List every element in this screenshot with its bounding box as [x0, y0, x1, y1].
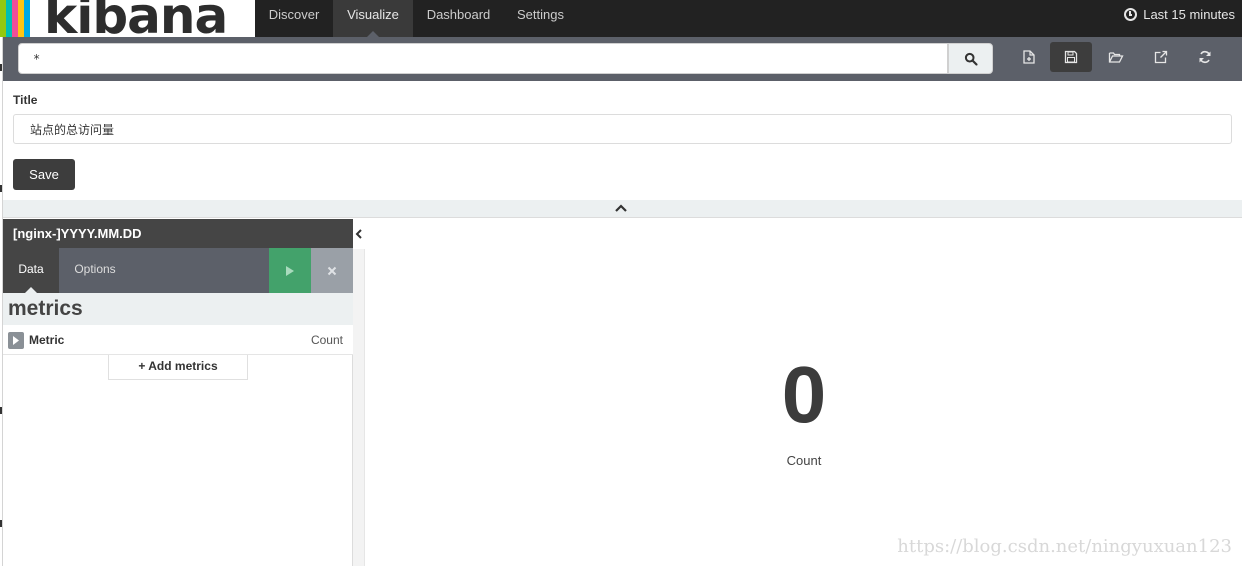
clock-icon	[1124, 8, 1138, 21]
refresh-button[interactable]	[1184, 42, 1226, 72]
tab-options[interactable]: Options	[59, 248, 131, 293]
apply-changes-button[interactable]	[269, 248, 311, 293]
discard-changes-button[interactable]	[311, 248, 353, 293]
time-range-label: Last 15 minutes	[1143, 7, 1235, 22]
metric-agg-row[interactable]: Metric Count	[3, 325, 353, 355]
visualization-area: 0 Count	[366, 219, 1242, 566]
refresh-icon	[1199, 50, 1211, 64]
logo-wordmark: kibana	[44, 0, 228, 37]
metrics-heading: metrics	[3, 293, 353, 325]
search-icon	[964, 52, 977, 65]
metric-value: 0	[781, 350, 827, 439]
new-document-icon	[1023, 50, 1035, 64]
metric-aggregation: Count	[310, 333, 343, 347]
save-icon	[1064, 50, 1078, 64]
nav-tab-visualize[interactable]: Visualize	[333, 0, 413, 37]
top-navigation-bar: kibana Discover Visualize Dashboard Sett…	[0, 0, 1242, 37]
metric-value-label: Count	[786, 453, 822, 468]
save-button[interactable]: Save	[13, 159, 75, 190]
open-visualization-button[interactable]	[1095, 42, 1137, 72]
metric-label: Metric	[29, 333, 65, 347]
index-pattern-title: [nginx-]YYYY.MM.DD	[3, 219, 353, 248]
watermark: https://blog.csdn.net/ningyuxuan123	[897, 536, 1232, 557]
add-metrics-label: Add metrics	[148, 359, 218, 373]
new-visualization-button[interactable]	[1008, 42, 1050, 72]
nav-tab-dashboard[interactable]: Dashboard	[413, 0, 504, 37]
collapse-sidebar-button[interactable]	[353, 219, 365, 249]
caret-right-icon	[13, 336, 19, 345]
share-visualization-button[interactable]	[1140, 42, 1182, 72]
chevron-left-icon	[355, 229, 362, 239]
save-visualization-button[interactable]	[1050, 42, 1092, 72]
kibana-logo[interactable]: kibana	[0, 0, 255, 37]
search-input[interactable]	[18, 43, 948, 74]
nav-tab-settings[interactable]: Settings	[504, 0, 577, 37]
save-visualization-panel: Title Save	[3, 81, 1242, 200]
title-input[interactable]	[13, 114, 1232, 144]
play-icon	[286, 265, 294, 276]
collapse-panel-bar[interactable]	[3, 200, 1242, 218]
logo-stripe	[24, 0, 30, 37]
kibana-visualize-page: kibana Discover Visualize Dashboard Sett…	[0, 0, 1242, 566]
plus-icon: +	[138, 359, 146, 373]
folder-open-icon	[1108, 52, 1124, 63]
title-label: Title	[13, 93, 38, 107]
sidebar-tabs: Data Options	[3, 248, 353, 293]
expand-metric-toggle[interactable]	[8, 332, 24, 349]
vis-editor-sidebar: [nginx-]YYYY.MM.DD Data Options metrics …	[3, 219, 353, 566]
search-bar	[3, 37, 1242, 81]
chevron-up-icon	[615, 204, 627, 212]
close-icon	[327, 266, 337, 275]
search-button[interactable]	[948, 43, 993, 74]
external-link-icon	[1154, 50, 1168, 64]
nav-tab-discover[interactable]: Discover	[255, 0, 333, 37]
tab-data[interactable]: Data	[3, 248, 59, 293]
sidebar-splitter[interactable]	[353, 249, 365, 566]
time-picker[interactable]: Last 15 minutes	[1124, 0, 1235, 30]
add-metrics-button[interactable]: + Add metrics	[108, 355, 248, 380]
